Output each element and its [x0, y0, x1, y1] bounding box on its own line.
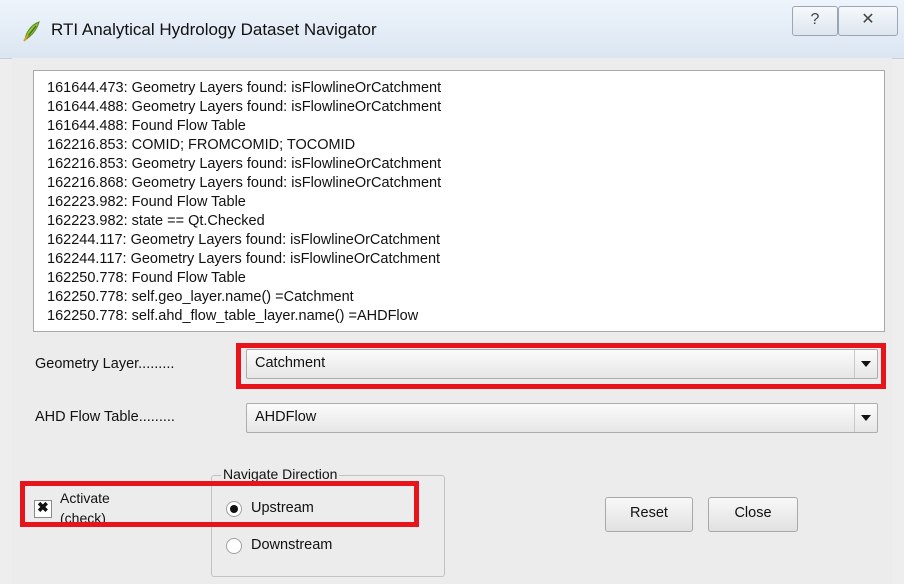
log-line: 162223.982: state == Qt.Checked	[47, 213, 265, 229]
title-bar[interactable]: RTI Analytical Hydrology Dataset Navigat…	[0, 0, 904, 59]
log-line: 162250.778: Found Flow Table	[47, 270, 246, 286]
log-output[interactable]: 161644.473: Geometry Layers found: isFlo…	[33, 70, 885, 332]
window-title: RTI Analytical Hydrology Dataset Navigat…	[51, 20, 377, 39]
help-icon: ?	[810, 11, 820, 28]
flow-table-label: AHD Flow Table.........	[35, 409, 175, 425]
log-line: 162216.868: Geometry Layers found: isFlo…	[47, 175, 442, 191]
log-line: 162223.982: Found Flow Table	[47, 194, 246, 210]
geometry-layer-label: Geometry Layer.........	[35, 356, 175, 372]
close-button[interactable]: Close	[708, 497, 798, 532]
activate-upstream-highlight	[20, 481, 419, 527]
help-button[interactable]: ?	[792, 6, 838, 36]
log-line: 162250.778: self.geo_layer.name() =Catch…	[47, 289, 354, 305]
qgis-leaf-icon	[22, 20, 42, 42]
reset-button[interactable]: Reset	[605, 497, 693, 532]
navigate-direction-title: Navigate Direction	[221, 466, 340, 482]
close-window-button[interactable]: ✕	[838, 6, 898, 36]
flow-table-value: AHDFlow	[255, 409, 317, 425]
geometry-layer-highlight	[236, 343, 886, 389]
downstream-label: Downstream	[251, 537, 333, 553]
log-line: 161644.473: Geometry Layers found: isFlo…	[47, 80, 442, 96]
log-line: 161644.488: Found Flow Table	[47, 118, 246, 134]
dialog-window: RTI Analytical Hydrology Dataset Navigat…	[0, 0, 904, 584]
log-line: 162244.117: Geometry Layers found: isFlo…	[47, 251, 441, 267]
log-line: 161644.488: Geometry Layers found: isFlo…	[47, 99, 442, 115]
downstream-radio[interactable]	[226, 538, 242, 554]
log-line: 162216.853: Geometry Layers found: isFlo…	[47, 156, 442, 172]
close-icon: ✕	[861, 11, 875, 28]
log-line: 162216.853: COMID; FROMCOMID; TOCOMID	[47, 137, 356, 153]
log-line: 162250.778: self.ahd_flow_table_layer.na…	[47, 308, 419, 324]
flow-table-select[interactable]: AHDFlow	[246, 403, 878, 433]
log-line: 162244.117: Geometry Layers found: isFlo…	[47, 232, 441, 248]
dropdown-arrow-icon	[854, 404, 877, 432]
